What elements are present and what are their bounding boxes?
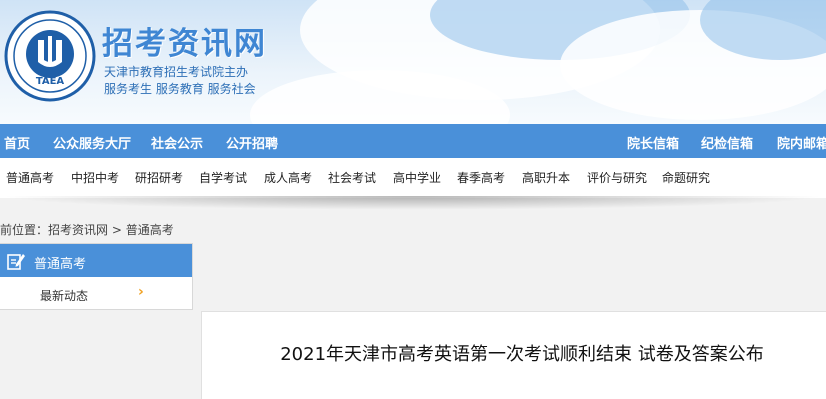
sidebar: 普通高考 最新动态 › xyxy=(0,243,193,310)
subnav-item[interactable]: 社会考试 xyxy=(328,169,376,186)
subnav-item[interactable]: 高中学业 xyxy=(393,169,441,186)
edit-icon xyxy=(7,254,25,270)
sidebar-item-latest-news[interactable]: 最新动态 › xyxy=(0,277,192,310)
site-logo[interactable]: TAEA xyxy=(4,10,96,102)
sidebar-item-label: 最新动态 xyxy=(40,289,89,303)
subnav-item[interactable]: 普通高考 xyxy=(6,169,54,186)
site-subtitle: 天津市教育招生考试院主办 xyxy=(104,65,249,79)
nav-internal-mailbox[interactable]: 院内邮箱 xyxy=(777,133,826,152)
subnav-item[interactable]: 自学考试 xyxy=(199,169,247,186)
subnav-shadow xyxy=(0,196,826,210)
breadcrumb-prefix: 前位置： xyxy=(0,223,49,237)
site-slogan: 服务考生 服务教育 服务社会 xyxy=(104,82,256,96)
breadcrumb-current[interactable]: 普通高考 xyxy=(126,223,174,237)
subnav-item[interactable]: 命题研究 xyxy=(662,169,710,186)
chevron-right-icon: › xyxy=(138,284,144,300)
subnav-item[interactable]: 成人高考 xyxy=(264,169,312,186)
main-nav: 首页 公众服务大厅 社会公示 公开招聘 院长信箱 纪检信箱 院内邮箱 xyxy=(0,124,826,158)
site-title[interactable]: 招考资讯网 xyxy=(102,18,267,63)
nav-recruitment[interactable]: 公开招聘 xyxy=(226,133,278,152)
sub-nav: 普通高考 中招中考 研招研考 自学考试 成人高考 社会考试 高中学业 春季高考 … xyxy=(0,158,826,198)
nav-discipline-mailbox[interactable]: 纪检信箱 xyxy=(701,133,753,152)
header-banner: TAEA 招考资讯网 天津市教育招生考试院主办 服务考生 服务教育 服务社会 xyxy=(0,0,826,124)
subnav-item[interactable]: 研招研考 xyxy=(135,169,183,186)
nav-president-mailbox[interactable]: 院长信箱 xyxy=(627,133,679,152)
logo-text: TAEA xyxy=(36,76,65,87)
nav-home[interactable]: 首页 xyxy=(4,133,30,152)
sidebar-heading-label: 普通高考 xyxy=(34,257,87,272)
nav-public-service-hall[interactable]: 公众服务大厅 xyxy=(53,133,131,152)
subnav-item[interactable]: 中招中考 xyxy=(71,169,119,186)
article-panel: 2021年天津市高考英语第一次考试顺利结束 试卷及答案公布 xyxy=(201,311,826,399)
article-title: 2021年天津市高考英语第一次考试顺利结束 试卷及答案公布 xyxy=(280,344,764,365)
subnav-item[interactable]: 评价与研究 xyxy=(587,169,647,186)
breadcrumb-home[interactable]: 招考资讯网 xyxy=(48,223,108,237)
subnav-item[interactable]: 春季高考 xyxy=(457,169,505,186)
breadcrumb-separator: > xyxy=(111,223,122,237)
sidebar-heading: 普通高考 xyxy=(0,244,192,277)
nav-public-notice[interactable]: 社会公示 xyxy=(151,133,203,152)
subnav-item[interactable]: 高职升本 xyxy=(522,169,570,186)
breadcrumb: 前位置：招考资讯网 > 普通高考 xyxy=(0,221,174,238)
